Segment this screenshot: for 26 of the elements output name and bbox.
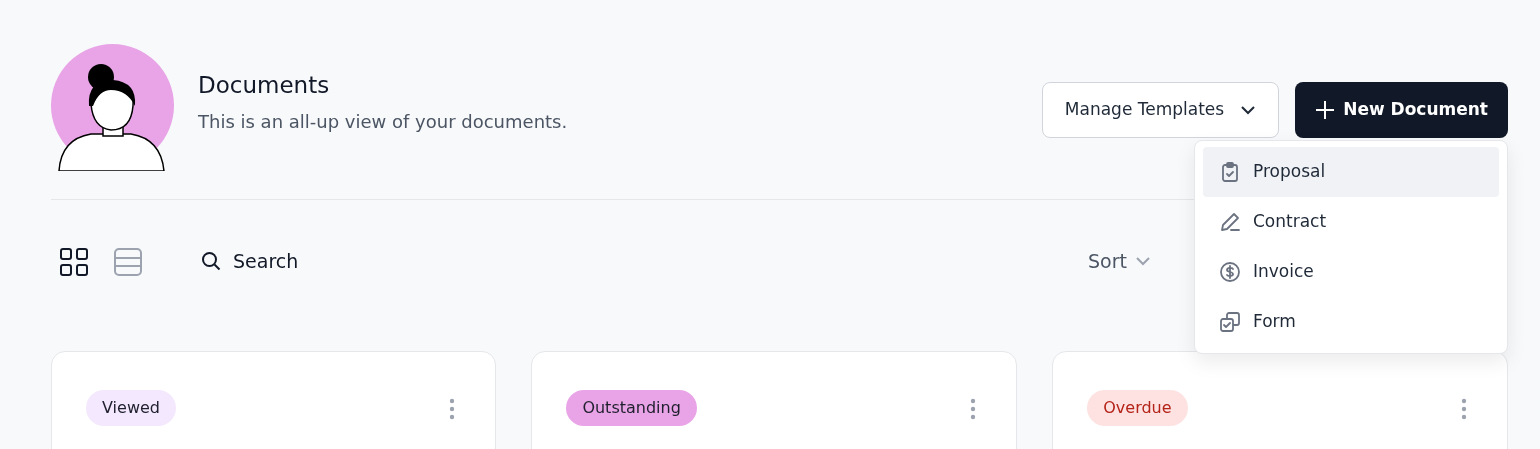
- more-icon: [449, 397, 456, 420]
- page-subtitle: This is an all-up view of your documents.: [198, 109, 568, 134]
- copy-icon: [1219, 311, 1241, 333]
- new-document-button[interactable]: New Document: [1295, 82, 1508, 138]
- menu-item[interactable]: Contract: [1203, 197, 1499, 247]
- sort-dropdown[interactable]: Sort: [1088, 247, 1151, 276]
- plus-icon: [1315, 100, 1336, 120]
- status-tag: Overdue: [1087, 390, 1188, 426]
- status-tag: Outstanding: [566, 390, 697, 426]
- more-icon: [1461, 397, 1467, 420]
- list-view-button[interactable]: [113, 247, 143, 277]
- menu-item[interactable]: Invoice: [1203, 247, 1499, 297]
- search-field[interactable]: Search: [201, 247, 299, 276]
- chevron-down-icon: [1240, 105, 1257, 115]
- grid-view-button[interactable]: [59, 247, 89, 277]
- more-icon: [970, 397, 977, 420]
- clipboard-icon: [1219, 161, 1241, 183]
- status-tag: Viewed: [86, 390, 176, 426]
- pen-icon: [1219, 211, 1241, 233]
- menu-item[interactable]: Form: [1203, 297, 1499, 347]
- chevron-down-icon: [1135, 256, 1151, 267]
- menu-item[interactable]: Proposal: [1203, 147, 1499, 197]
- dollar-icon: [1219, 261, 1241, 283]
- search-icon: [201, 251, 221, 272]
- page-title: Documents: [198, 72, 331, 100]
- manage-templates-button[interactable]: Manage Templates: [1041, 82, 1280, 138]
